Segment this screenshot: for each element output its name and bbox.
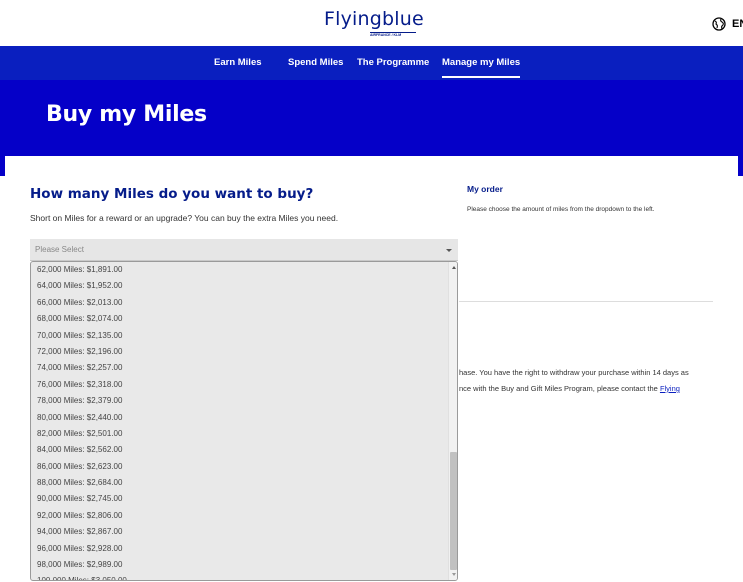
legal-text: hase. You have the right to withdraw you…: [459, 365, 689, 397]
dropdown-option[interactable]: 84,000 Miles: $2,562.00: [31, 442, 448, 458]
dropdown-option[interactable]: 100,000 Miles: $3,050.00: [31, 573, 448, 580]
dropdown-option[interactable]: 68,000 Miles: $2,074.00: [31, 311, 448, 327]
dropdown-option[interactable]: 82,000 Miles: $2,501.00: [31, 426, 448, 442]
my-order-text: Please choose the amount of miles from t…: [467, 206, 655, 213]
scroll-down-arrow-icon[interactable]: [452, 573, 456, 576]
miles-question-heading: How many Miles do you want to buy?: [30, 186, 314, 202]
dropdown-option[interactable]: 74,000 Miles: $2,257.00: [31, 360, 448, 376]
flying-blue-link[interactable]: Flying: [660, 384, 680, 393]
select-placeholder: Please Select: [35, 245, 84, 254]
top-bar: Flyingblue AIRFRANCE / KLM EN: [0, 0, 743, 46]
dropdown-option[interactable]: 64,000 Miles: $1,952.00: [31, 278, 448, 294]
options-list: 62,000 Miles: $1,891.00 64,000 Miles: $1,…: [31, 262, 448, 580]
dropdown-option[interactable]: 80,000 Miles: $2,440.00: [31, 410, 448, 426]
flyingblue-logo[interactable]: Flyingblue AIRFRANCE / KLM: [324, 8, 434, 40]
hero-banner: Buy my Miles: [0, 80, 743, 156]
legal-line-2: nce with the Buy and Gift Miles Program,…: [459, 381, 689, 397]
order-divider: [459, 301, 713, 302]
scroll-thumb[interactable]: [450, 452, 457, 570]
dropdown-option[interactable]: 66,000 Miles: $2,013.00: [31, 295, 448, 311]
hero-edge-left: [0, 156, 5, 176]
dropdown-option[interactable]: 98,000 Miles: $2,989.00: [31, 557, 448, 573]
miles-question-subtext: Short on Miles for a reward or an upgrad…: [30, 213, 339, 223]
nav-manage-my-miles[interactable]: Manage my Miles: [442, 46, 521, 80]
miles-options-dropdown[interactable]: 62,000 Miles: $1,891.00 64,000 Miles: $1,…: [30, 261, 458, 581]
language-label: EN: [732, 18, 743, 30]
my-order-title: My order: [467, 184, 503, 194]
dropdown-option[interactable]: 76,000 Miles: $2,318.00: [31, 377, 448, 393]
dropdown-option[interactable]: 62,000 Miles: $1,891.00: [31, 262, 448, 278]
hero-edge-right: [738, 156, 743, 176]
legal-line-2-text: nce with the Buy and Gift Miles Program,…: [459, 384, 660, 393]
dropdown-option[interactable]: 70,000 Miles: $2,135.00: [31, 328, 448, 344]
main-nav: Earn Miles Spend Miles The Programme Man…: [0, 46, 743, 80]
dropdown-option[interactable]: 86,000 Miles: $2,623.00: [31, 459, 448, 475]
dropdown-option[interactable]: 72,000 Miles: $2,196.00: [31, 344, 448, 360]
dropdown-option[interactable]: 94,000 Miles: $2,867.00: [31, 524, 448, 540]
dropdown-option[interactable]: 90,000 Miles: $2,745.00: [31, 491, 448, 507]
logo-subtext: AIRFRANCE / KLM: [370, 33, 402, 37]
page: Flyingblue AIRFRANCE / KLM EN Earn Miles…: [0, 0, 743, 582]
logo-text: Flyingblue: [324, 8, 424, 30]
legal-line-1: hase. You have the right to withdraw you…: [459, 368, 689, 377]
nav-the-programme[interactable]: The Programme: [357, 46, 429, 80]
nav-spend-miles[interactable]: Spend Miles: [288, 46, 343, 80]
globe-icon: [712, 17, 726, 31]
dropdown-scrollbar[interactable]: [448, 262, 457, 580]
dropdown-option[interactable]: 78,000 Miles: $2,379.00: [31, 393, 448, 409]
language-selector[interactable]: EN: [712, 16, 743, 32]
scroll-up-arrow-icon[interactable]: [452, 266, 456, 269]
dropdown-option[interactable]: 96,000 Miles: $2,928.00: [31, 541, 448, 557]
miles-amount-select[interactable]: Please Select: [30, 239, 458, 261]
dropdown-option[interactable]: 92,000 Miles: $2,806.00: [31, 508, 448, 524]
page-title: Buy my Miles: [46, 102, 207, 127]
nav-earn-miles[interactable]: Earn Miles: [214, 46, 262, 80]
caret-down-icon: [446, 249, 452, 252]
dropdown-option[interactable]: 88,000 Miles: $2,684.00: [31, 475, 448, 491]
